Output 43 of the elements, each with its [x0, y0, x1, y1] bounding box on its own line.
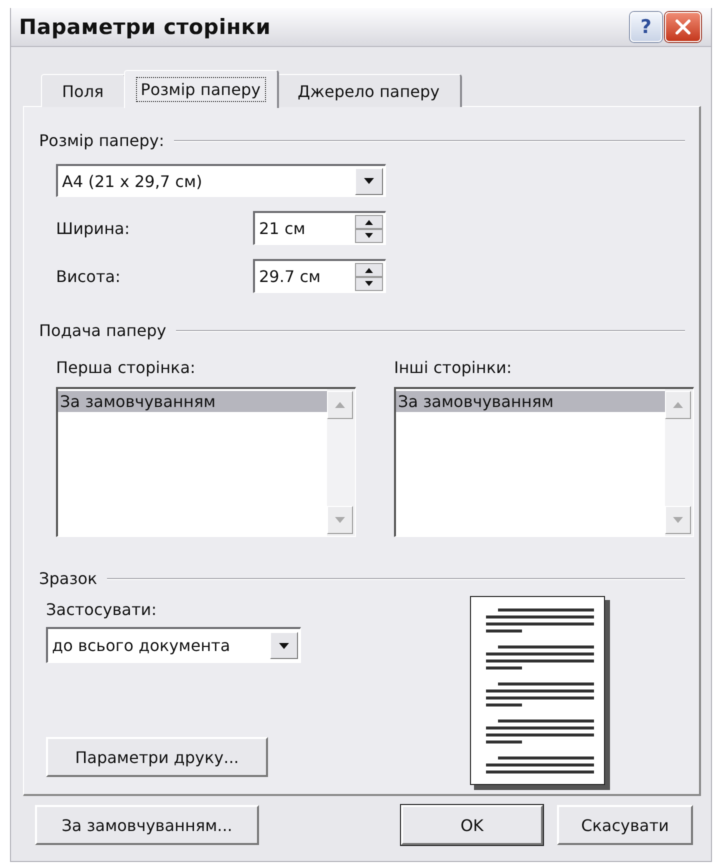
list-item[interactable]: За замовчуванням — [396, 391, 665, 412]
caret-icon — [278, 642, 290, 650]
dialog-button[interactable]: За замовчуванням... — [35, 805, 259, 845]
down-arrow-icon — [335, 517, 345, 523]
group-heading: Подача паперу — [39, 321, 166, 340]
tab[interactable]: Поля — [41, 74, 126, 107]
print-options-button[interactable]: Параметри друку... — [46, 737, 268, 777]
group-heading: Зразок — [39, 569, 98, 588]
scroll-up-button[interactable] — [327, 391, 353, 419]
tab[interactable]: Джерело паперу — [276, 74, 462, 107]
scrollbar[interactable] — [665, 389, 693, 536]
list-label: Інші сторінки: — [394, 358, 513, 377]
up-arrow-icon — [335, 402, 345, 408]
help-button[interactable]: ? — [630, 12, 662, 42]
spin-field[interactable]: 29.7 см — [253, 259, 386, 293]
field-label: Висота: — [56, 266, 122, 286]
scroll-down-button[interactable] — [665, 506, 691, 534]
tab[interactable]: Розмір паперу — [124, 70, 279, 108]
dropdown-button[interactable] — [270, 632, 298, 659]
dialog-button[interactable]: OK — [401, 805, 543, 845]
dialog-button[interactable]: Скасувати — [557, 805, 693, 845]
spin-field[interactable]: 21 см — [253, 211, 386, 245]
caret-icon — [363, 177, 375, 185]
scroll-up-button[interactable] — [665, 391, 691, 419]
close-icon — [674, 18, 692, 36]
dropdown-button[interactable] — [355, 168, 383, 194]
list-label: Перша сторінка: — [56, 358, 196, 377]
dropdown[interactable]: A4 (21 x 29,7 см) — [56, 164, 386, 197]
window-title: Параметри сторінки — [19, 15, 272, 39]
spin-arrows-icon[interactable] — [355, 262, 383, 290]
scrollbar[interactable] — [327, 389, 355, 536]
apply-label: Застосувати: — [46, 600, 158, 619]
group-heading: Розмір паперу: — [39, 131, 164, 150]
up-arrow-icon — [673, 402, 683, 408]
spin-arrows-icon[interactable] — [355, 214, 383, 242]
field-label: Ширина: — [56, 218, 131, 238]
dropdown[interactable]: до всього документа — [46, 627, 301, 663]
down-arrow-icon — [673, 517, 683, 523]
scroll-down-button[interactable] — [327, 506, 353, 534]
close-button[interactable] — [665, 12, 701, 42]
list-box[interactable]: За замовчуванням — [394, 387, 694, 537]
list-box[interactable]: За замовчуванням — [56, 387, 356, 537]
list-item[interactable]: За замовчуванням — [58, 391, 327, 412]
